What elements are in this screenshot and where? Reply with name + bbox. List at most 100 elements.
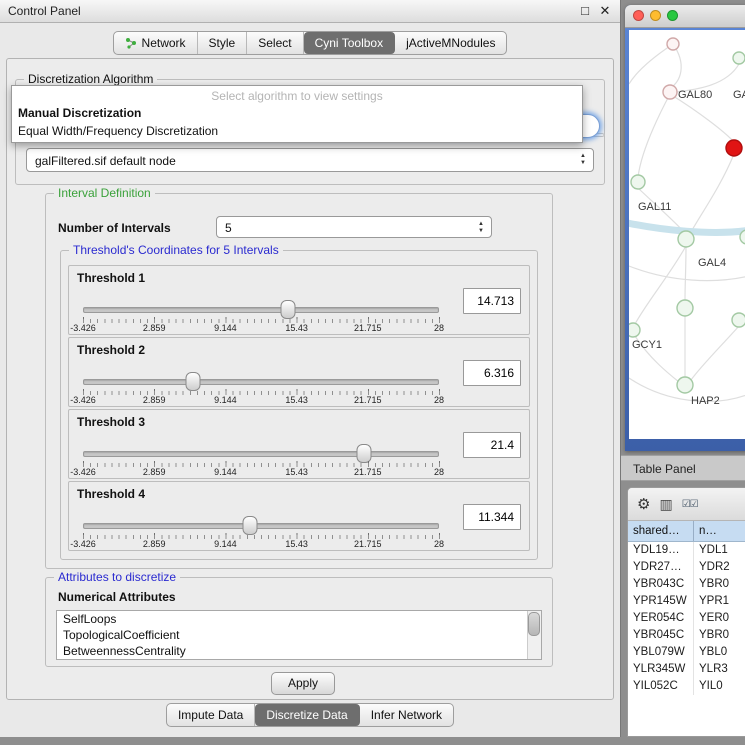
network-node[interactable] xyxy=(663,85,677,99)
table-data-combobox[interactable]: galFiltered.sif default node ▲▼ xyxy=(26,148,594,172)
control-panel-tabbar: Network Style Select Cyni Toolbox jActiv… xyxy=(0,31,620,55)
list-item[interactable]: TopologicalCoefficient xyxy=(57,627,541,643)
slider-scale: -3.426 2.859 9.144 15.43 21.715 28 xyxy=(83,323,439,334)
table-row[interactable]: YBR045C YBR0 xyxy=(628,627,745,644)
threshold-1-slider[interactable] xyxy=(83,300,439,318)
thresholds-group: Threshold's Coordinates for 5 Intervals … xyxy=(60,250,538,560)
threshold-label: Threshold 3 xyxy=(77,415,145,429)
network-node[interactable] xyxy=(677,377,693,393)
network-node[interactable] xyxy=(631,175,645,189)
network-canvas[interactable]: GAL80 GA GAL11 GAL4 GCY1 HAP2 xyxy=(629,30,745,439)
control-panel-window: Control Panel □ ✕ Network Style xyxy=(0,0,621,737)
dropdown-prompt: Select algorithm to view settings xyxy=(12,88,582,104)
group-title: Attributes to discretize xyxy=(54,570,180,584)
network-node[interactable] xyxy=(629,323,640,337)
network-node[interactable] xyxy=(733,52,745,64)
table-row[interactable]: YER054C YER0 xyxy=(628,610,745,627)
table-panel-title: Table Panel xyxy=(633,462,696,476)
dropdown-option-equal-width-frequency[interactable]: Equal Width/Frequency Discretization xyxy=(12,122,582,140)
tab-style[interactable]: Style xyxy=(198,32,248,54)
threshold-1-panel: Threshold 1 -3.426 2.859 9.144 15.43 xyxy=(68,265,530,335)
tab-cyni-toolbox[interactable]: Cyni Toolbox xyxy=(304,32,395,54)
network-node[interactable] xyxy=(667,38,679,50)
threshold-2-panel: Threshold 2 -3.426 2.859 9.144 15.43 xyxy=(68,337,530,407)
tab-label: Discretize Data xyxy=(266,708,347,722)
slider-scale: -3.426 2.859 9.144 15.43 21.715 28 xyxy=(83,467,439,478)
tab-discretize-data[interactable]: Discretize Data xyxy=(255,704,359,726)
table-row[interactable]: YBL079W YBL0 xyxy=(628,644,745,661)
column-header-name[interactable]: n… xyxy=(694,521,745,541)
cyni-bottom-tabbar: Impute Data Discretize Data Infer Networ… xyxy=(0,703,620,727)
node-label: GAL80 xyxy=(678,89,712,101)
table-toolbar: ⚙ ▥ ☑☑ xyxy=(628,488,745,521)
column-header-shared-name[interactable]: shared… xyxy=(628,521,694,541)
list-item[interactable]: SelfLoops xyxy=(57,611,541,627)
list-scrollbar[interactable] xyxy=(527,611,541,659)
close-icon[interactable]: ✕ xyxy=(596,0,614,22)
table-header-row: shared… n… xyxy=(628,521,745,542)
threshold-2-value-field[interactable] xyxy=(463,360,521,386)
close-traffic-light-icon[interactable] xyxy=(633,10,644,21)
slider-groove xyxy=(83,451,439,457)
slider-scale: -3.426 2.859 9.144 15.43 21.715 28 xyxy=(83,539,439,550)
group-title: Interval Definition xyxy=(54,186,155,200)
select-columns-icon[interactable]: ☑☑ xyxy=(682,499,698,510)
attributes-group: Attributes to discretize Numerical Attri… xyxy=(45,577,553,667)
table-row[interactable]: YPR145W YPR1 xyxy=(628,593,745,610)
tab-label: Style xyxy=(209,36,236,50)
combo-arrows-icon: ▲▼ xyxy=(580,153,586,167)
table-panel-window: ⚙ ▥ ☑☑ shared… n… YDL19… YDL1 YDR27… YDR… xyxy=(627,487,745,737)
apply-button[interactable]: Apply xyxy=(271,672,335,695)
minimize-traffic-light-icon[interactable] xyxy=(650,10,661,21)
network-node[interactable] xyxy=(678,231,694,247)
tab-network[interactable]: Network xyxy=(114,32,198,54)
number-of-intervals-combobox[interactable]: 5 ▲▼ xyxy=(216,216,492,238)
network-node[interactable] xyxy=(732,313,745,327)
gear-icon[interactable]: ⚙ xyxy=(637,495,650,513)
tab-select[interactable]: Select xyxy=(247,32,303,54)
threshold-4-slider[interactable] xyxy=(83,516,439,534)
tab-label: Network xyxy=(142,36,186,50)
tab-label: jActiveMNodules xyxy=(406,36,495,50)
numerical-attributes-list[interactable]: SelfLoops TopologicalCoefficient Between… xyxy=(56,610,542,660)
threshold-3-value-field[interactable] xyxy=(463,432,521,458)
tab-jactivemnodules[interactable]: jActiveMNodules xyxy=(395,32,506,54)
tab-infer-network[interactable]: Infer Network xyxy=(360,704,453,726)
tab-impute-data[interactable]: Impute Data xyxy=(167,704,255,726)
node-label: GAL4 xyxy=(698,257,726,269)
threshold-4-value-field[interactable] xyxy=(463,504,521,530)
table-row[interactable]: YBR043C YBR0 xyxy=(628,576,745,593)
number-of-intervals-value: 5 xyxy=(225,221,232,235)
zoom-traffic-light-icon[interactable] xyxy=(667,10,678,21)
list-item[interactable]: BetweennessCentrality xyxy=(57,643,541,659)
columns-icon[interactable]: ▥ xyxy=(659,496,672,513)
scrollbar-thumb[interactable] xyxy=(528,612,540,636)
node-label: GAL11 xyxy=(638,201,671,213)
tab-label: Cyni Toolbox xyxy=(315,36,383,50)
table-body[interactable]: YDL19… YDL1 YDR27… YDR2 YBR043C YBR0 YPR… xyxy=(628,542,745,737)
interval-definition-group: Interval Definition Number of Intervals … xyxy=(45,193,553,569)
table-row[interactable]: YLR345W YLR3 xyxy=(628,661,745,678)
numerical-attributes-label: Numerical Attributes xyxy=(58,590,176,604)
cyni-toolbox-panel: Discretization Algorithm Select algorith… xyxy=(6,58,614,700)
node-label: GA xyxy=(733,89,745,101)
table-data-selected: galFiltered.sif default node xyxy=(35,154,176,168)
table-row[interactable]: YDR27… YDR2 xyxy=(628,559,745,576)
slider-groove xyxy=(83,379,439,385)
selected-red-node[interactable] xyxy=(726,140,742,156)
network-node[interactable] xyxy=(677,300,693,316)
threshold-2-slider[interactable] xyxy=(83,372,439,390)
table-row[interactable]: YDL19… YDL1 xyxy=(628,542,745,559)
threshold-4-panel: Threshold 4 -3.426 2.859 9.144 15.43 xyxy=(68,481,530,551)
table-row[interactable]: YIL052C YIL0 xyxy=(628,678,745,695)
number-of-intervals-label: Number of Intervals xyxy=(58,221,171,235)
threshold-label: Threshold 1 xyxy=(77,271,145,285)
dropdown-option-manual-discretization[interactable]: Manual Discretization xyxy=(12,104,582,122)
threshold-1-value-field[interactable] xyxy=(463,288,521,314)
control-panel-titlebar: Control Panel □ ✕ xyxy=(0,0,620,23)
threshold-3-slider[interactable] xyxy=(83,444,439,462)
table-panel-header: Table Panel xyxy=(621,455,745,481)
float-window-icon[interactable]: □ xyxy=(576,0,594,22)
node-label: HAP2 xyxy=(691,395,720,407)
control-panel-title: Control Panel xyxy=(8,4,81,18)
